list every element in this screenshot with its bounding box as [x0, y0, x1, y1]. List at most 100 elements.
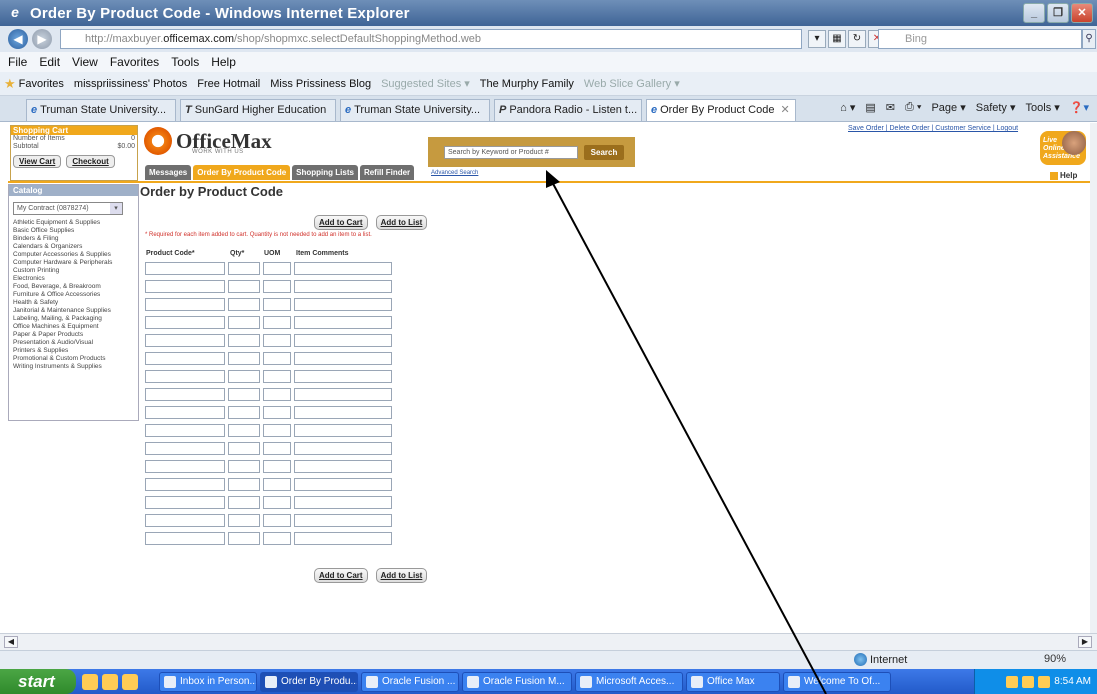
qty-input[interactable] [228, 370, 260, 383]
close-tab-icon[interactable]: ✕ [780, 104, 789, 116]
item-comments-input[interactable] [294, 424, 392, 437]
product-code-input[interactable] [145, 316, 225, 329]
qty-input[interactable] [228, 316, 260, 329]
catalog-item[interactable]: Custom Printing [9, 267, 138, 275]
forward-button[interactable]: ▶ [32, 29, 52, 49]
menu-favorites[interactable]: Favorites [110, 55, 159, 69]
catalog-item[interactable]: Writing Instruments & Supplies [9, 363, 138, 371]
qty-input[interactable] [228, 280, 260, 293]
search-button[interactable]: Search [584, 145, 624, 160]
qty-input[interactable] [228, 424, 260, 437]
catalog-item[interactable]: Food, Beverage, & Breakroom [9, 283, 138, 291]
tab-messages[interactable]: Messages [145, 165, 192, 180]
live-assistance-button[interactable]: Live Online Assistance [1040, 131, 1086, 165]
tab-shopping-lists[interactable]: Shopping Lists [292, 165, 358, 180]
zoom-level[interactable]: 90% [1044, 653, 1066, 665]
menu-view[interactable]: View [72, 55, 98, 69]
tray-icon[interactable] [1022, 675, 1035, 688]
catalog-item[interactable]: Office Machines & Equipment [9, 323, 138, 331]
catalog-item[interactable]: Presentation & Audio/Visual [9, 339, 138, 347]
catalog-item[interactable]: Electronics [9, 275, 138, 283]
favorite-hotmail[interactable]: Free Hotmail [197, 78, 260, 90]
qty-input[interactable] [228, 460, 260, 473]
uom-input[interactable] [263, 262, 291, 275]
mail-icon[interactable]: ✉ [886, 101, 895, 114]
checkout-button[interactable]: Checkout [66, 155, 115, 168]
product-code-input[interactable] [145, 424, 225, 437]
item-comments-input[interactable] [294, 496, 392, 509]
uom-input[interactable] [263, 352, 291, 365]
qty-input[interactable] [228, 496, 260, 509]
feeds-icon[interactable]: ▤ [865, 101, 875, 114]
menu-edit[interactable]: Edit [39, 55, 60, 69]
qty-input[interactable] [228, 262, 260, 275]
home-icon[interactable]: ⌂ ▾ [840, 101, 855, 114]
tray-icon[interactable] [1038, 675, 1051, 688]
product-code-input[interactable] [145, 442, 225, 455]
item-comments-input[interactable] [294, 514, 392, 527]
product-code-input[interactable] [145, 532, 225, 545]
taskbar-button[interactable]: Office Max [686, 671, 780, 692]
uom-input[interactable] [263, 478, 291, 491]
refresh-icon[interactable]: ↻ [848, 30, 866, 48]
uom-input[interactable] [263, 514, 291, 527]
add-to-cart-button-bottom[interactable]: Add to Cart [314, 568, 368, 583]
favorite-web-slice[interactable]: Web Slice Gallery ▾ [584, 77, 680, 90]
quick-launch-icon[interactable] [122, 673, 138, 690]
qty-input[interactable] [228, 388, 260, 401]
menu-tools[interactable]: Tools [171, 55, 199, 69]
tab-truman-1[interactable]: e Truman State University... [26, 99, 176, 121]
contract-select[interactable]: My Contract (0878274) ▾ [13, 202, 123, 215]
uom-input[interactable] [263, 460, 291, 473]
qty-input[interactable] [228, 532, 260, 545]
catalog-item[interactable]: Basic Office Supplies [9, 227, 138, 235]
item-comments-input[interactable] [294, 352, 392, 365]
page-menu[interactable]: Page ▾ [931, 101, 965, 114]
tab-refill-finder[interactable]: Refill Finder [359, 165, 415, 180]
back-button[interactable]: ◀ [8, 29, 28, 49]
tab-pandora[interactable]: P Pandora Radio - Listen t... [494, 99, 642, 121]
catalog-item[interactable]: Health & Safety [9, 299, 138, 307]
product-code-input[interactable] [145, 460, 225, 473]
bing-search-input[interactable]: Bing [878, 29, 1082, 49]
tab-sungard[interactable]: T SunGard Higher Education [180, 99, 336, 121]
account-links[interactable]: Save Order | Delete Order | Customer Ser… [848, 125, 1018, 132]
advanced-search-link[interactable]: Advanced Search [431, 170, 478, 176]
keyword-search-input[interactable]: Search by Keyword or Product # [444, 146, 578, 159]
quick-launch-icon[interactable] [102, 673, 118, 690]
dropdown-icon[interactable]: ▾ [808, 30, 826, 48]
qty-input[interactable] [228, 406, 260, 419]
vertical-scrollbar[interactable] [1090, 123, 1097, 633]
product-code-input[interactable] [145, 370, 225, 383]
uom-input[interactable] [263, 442, 291, 455]
menu-file[interactable]: File [8, 55, 27, 69]
catalog-item[interactable]: Labeling, Mailing, & Packaging [9, 315, 138, 323]
product-code-input[interactable] [145, 406, 225, 419]
item-comments-input[interactable] [294, 370, 392, 383]
product-code-input[interactable] [145, 352, 225, 365]
uom-input[interactable] [263, 424, 291, 437]
qty-input[interactable] [228, 478, 260, 491]
item-comments-input[interactable] [294, 334, 392, 347]
help-link[interactable]: Help [1050, 171, 1077, 180]
product-code-input[interactable] [145, 298, 225, 311]
item-comments-input[interactable] [294, 316, 392, 329]
uom-input[interactable] [263, 316, 291, 329]
product-code-input[interactable] [145, 478, 225, 491]
item-comments-input[interactable] [294, 406, 392, 419]
taskbar-button[interactable]: Order By Produ... [260, 671, 358, 692]
tab-truman-2[interactable]: e Truman State University... [340, 99, 490, 121]
taskbar-button[interactable]: Oracle Fusion M... [462, 671, 572, 692]
uom-input[interactable] [263, 388, 291, 401]
item-comments-input[interactable] [294, 460, 392, 473]
favorite-photos[interactable]: misspriissiness' Photos [74, 78, 187, 90]
catalog-item[interactable]: Printers & Supplies [9, 347, 138, 355]
compatibility-icon[interactable]: ▦ [828, 30, 846, 48]
catalog-item[interactable]: Athletic Equipment & Supplies [9, 219, 138, 227]
uom-input[interactable] [263, 496, 291, 509]
product-code-input[interactable] [145, 280, 225, 293]
uom-input[interactable] [263, 370, 291, 383]
favorites-button[interactable]: ★ Favorites [4, 76, 64, 92]
catalog-item[interactable]: Janitorial & Maintenance Supplies [9, 307, 138, 315]
minimize-button[interactable]: _ [1023, 3, 1045, 23]
